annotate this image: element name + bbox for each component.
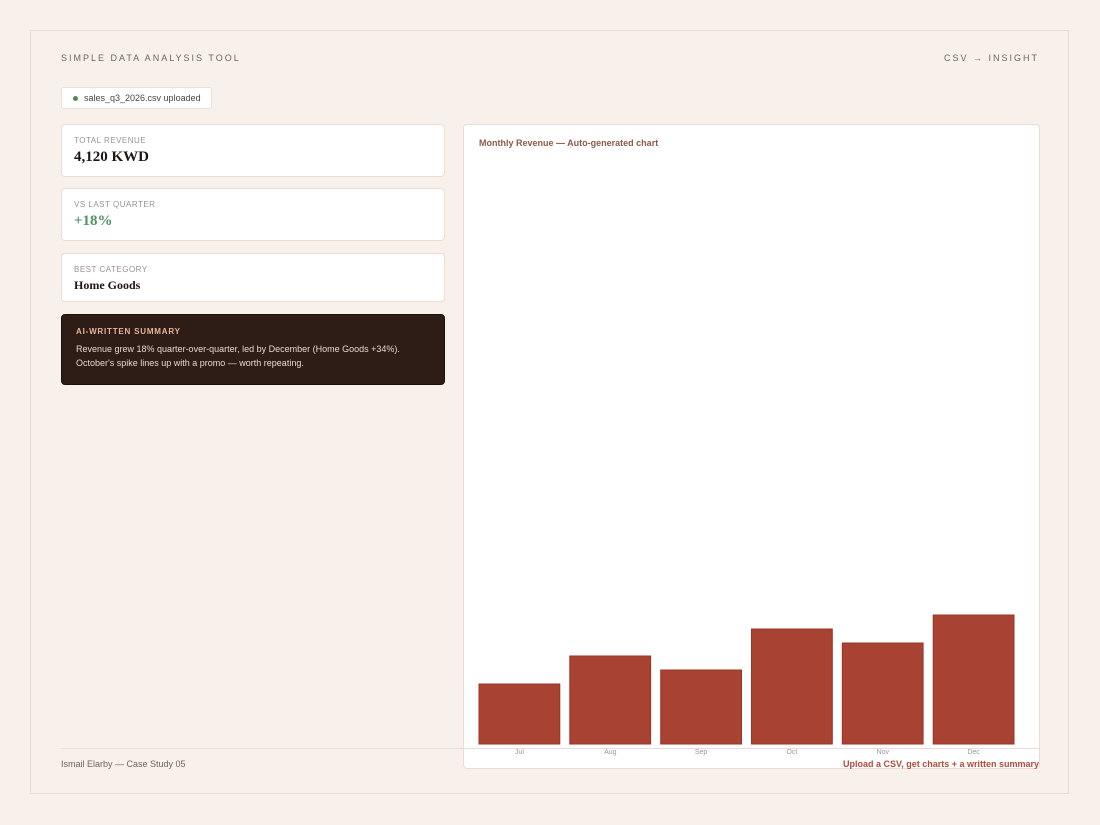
upload-status-text: sales_q3_2026.csv uploaded bbox=[84, 93, 201, 103]
tagline: CSV → INSIGHT bbox=[943, 53, 1039, 63]
best-category-value: Home Goods bbox=[74, 278, 141, 292]
vs-quarter-card: VS LAST QUARTER +18% bbox=[61, 188, 445, 241]
bar-aug bbox=[569, 655, 652, 745]
bar-jul bbox=[478, 683, 561, 745]
best-category-label: BEST CATEGORY bbox=[74, 265, 148, 274]
best-category-card: BEST CATEGORY Home Goods bbox=[61, 253, 445, 302]
bar-nov bbox=[841, 642, 924, 745]
ai-summary-text: Revenue grew 18% quarter-over-quarter, l… bbox=[76, 344, 400, 368]
revenue-chart-card: Monthly Revenue — Auto-generated chart J… bbox=[463, 124, 1040, 769]
status-dot-icon bbox=[73, 95, 78, 101]
vs-quarter-value: +18% bbox=[74, 213, 113, 229]
x-tick-label: Sep bbox=[695, 749, 708, 756]
footer-tagline[interactable]: Upload a CSV, get charts + a written sum… bbox=[843, 759, 1039, 769]
footer-author: Ismail Elarby — Case Study 05 bbox=[61, 759, 186, 769]
bar-oct bbox=[751, 628, 833, 745]
footer-divider bbox=[61, 748, 1039, 749]
x-tick-label: Oct bbox=[786, 749, 797, 756]
tool-title: SIMPLE DATA ANALYSIS TOOL bbox=[61, 53, 241, 63]
x-tick-label: Dec bbox=[967, 749, 980, 756]
bar-dec bbox=[932, 614, 1015, 745]
x-tick-label: Jul bbox=[515, 749, 524, 756]
bar-sep bbox=[660, 669, 742, 745]
revenue-bar-chart: Jul Aug Sep Oct Nov Dec bbox=[478, 614, 1015, 756]
total-revenue-card: TOTAL REVENUE 4,120 KWD bbox=[61, 124, 445, 177]
x-tick-label: Nov bbox=[877, 749, 890, 756]
ai-summary-card: AI-WRITTEN SUMMARY Revenue grew 18% quar… bbox=[61, 314, 445, 385]
ai-summary-label: AI-WRITTEN SUMMARY bbox=[76, 327, 181, 336]
vs-quarter-label: VS LAST QUARTER bbox=[74, 200, 156, 209]
total-revenue-value: 4,120 KWD bbox=[74, 149, 149, 165]
upload-status-chip[interactable]: sales_q3_2026.csv uploaded bbox=[61, 87, 212, 109]
total-revenue-label: TOTAL REVENUE bbox=[74, 136, 147, 145]
x-tick-label: Aug bbox=[604, 749, 617, 756]
